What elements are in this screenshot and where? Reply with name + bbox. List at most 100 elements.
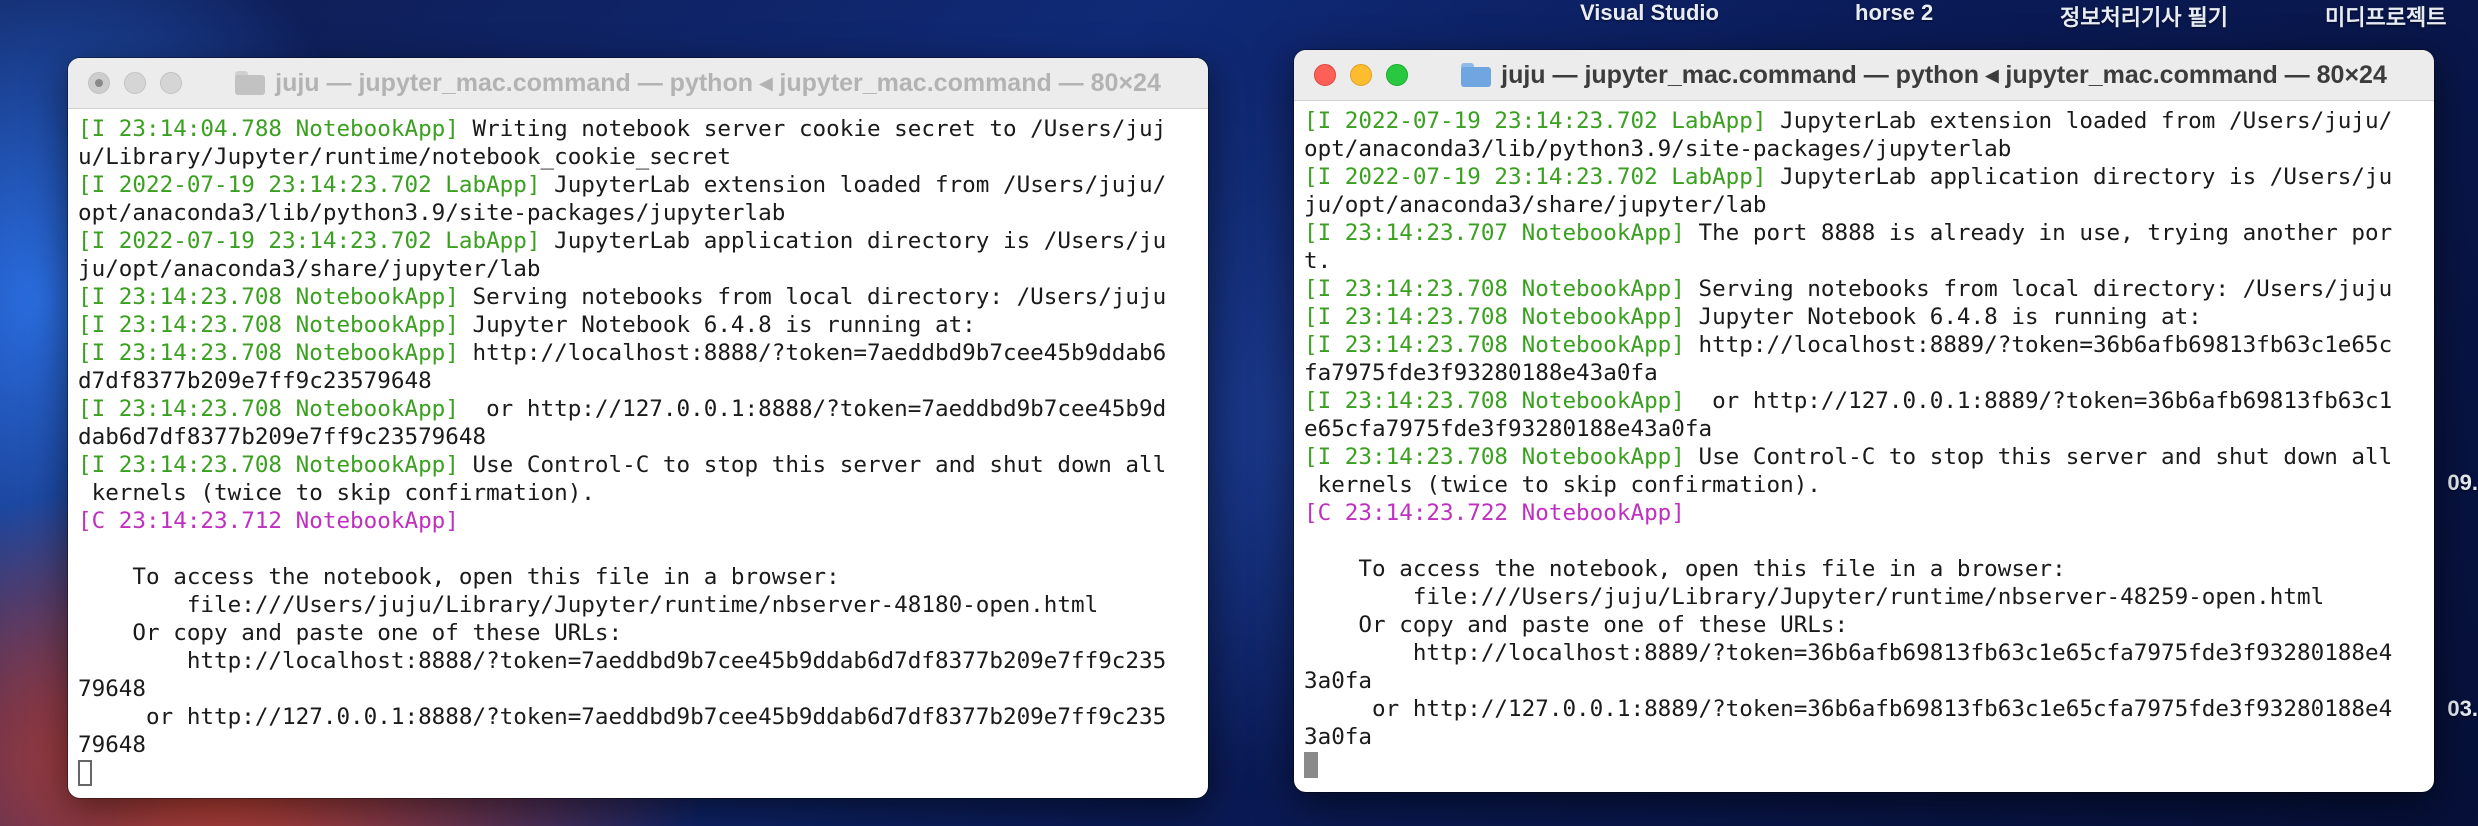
terminal-line: [I 23:14:04.788 NotebookApp] Writing not… xyxy=(78,115,1198,143)
log-text: file:///Users/juju/Library/Jupyter/runti… xyxy=(78,592,1099,618)
terminal-line: Or copy and paste one of these URLs: xyxy=(78,619,1198,647)
desktop-icon-label[interactable]: 미디프로젝트 xyxy=(2325,0,2446,32)
terminal-line: http://localhost:8888/?token=7aeddbd9b7c… xyxy=(78,647,1198,675)
log-text: JupyterLab extension loaded from /Users/… xyxy=(540,172,1167,198)
log-tag: [I 23:14:23.708 NotebookApp] xyxy=(1304,276,1685,302)
terminal-output[interactable]: [I 2022-07-19 23:14:23.702 LabApp] Jupyt… xyxy=(1294,101,2434,785)
terminal-line: [C 23:14:23.722 NotebookApp] xyxy=(1304,499,2424,527)
terminal-line: 79648 xyxy=(78,675,1198,703)
log-tag: [I 2022-07-19 23:14:23.702 LabApp] xyxy=(78,172,541,198)
log-tag: [I 23:14:04.788 NotebookApp] xyxy=(78,116,459,142)
log-text: Use Control-C to stop this server and sh… xyxy=(1684,444,2393,470)
terminal-line: [I 23:14:23.707 NotebookApp] The port 88… xyxy=(1304,219,2424,247)
terminal-line: [I 2022-07-19 23:14:23.702 LabApp] Jupyt… xyxy=(1304,107,2424,135)
terminal-line: kernels (twice to skip confirmation). xyxy=(78,479,1198,507)
folder-icon xyxy=(235,71,266,95)
log-text: Or copy and paste one of these URLs: xyxy=(78,620,623,646)
log-text: JupyterLab application directory is /Use… xyxy=(540,228,1167,254)
terminal-line: [I 23:14:23.708 NotebookApp] Use Control… xyxy=(1304,443,2424,471)
log-text: opt/anaconda3/lib/python3.9/site-package… xyxy=(1304,136,2012,162)
terminal-line: [I 2022-07-19 23:14:23.702 LabApp] Jupyt… xyxy=(78,171,1198,199)
desktop-icon-label[interactable]: Visual Studio xyxy=(1580,0,1719,26)
terminal-line: Or copy and paste one of these URLs: xyxy=(1304,611,2424,639)
text-cursor[interactable] xyxy=(1304,752,1318,778)
log-text: u/Library/Jupyter/runtime/notebook_cooki… xyxy=(78,144,731,170)
terminal-line: [I 23:14:23.708 NotebookApp] or http://1… xyxy=(78,395,1198,423)
log-text: ju/opt/anaconda3/share/jupyter/lab xyxy=(1304,192,1767,218)
terminal-line: [I 23:14:23.708 NotebookApp] Jupyter Not… xyxy=(1304,303,2424,331)
desktop-icon-label[interactable]: horse 2 xyxy=(1855,0,1933,26)
log-tag: [C 23:14:23.722 NotebookApp] xyxy=(1304,500,1685,526)
terminal-line: dab6d7df8377b209e7ff9c23579648 xyxy=(78,423,1198,451)
log-text: Jupyter Notebook 6.4.8 is running at: xyxy=(458,312,976,338)
log-text: http://localhost:8888/?token=7aeddbd9b7c… xyxy=(78,648,1167,674)
log-tag: [I 23:14:23.708 NotebookApp] xyxy=(1304,388,1685,414)
log-text: d7df8377b209e7ff9c23579648 xyxy=(78,368,432,394)
terminal-line: u/Library/Jupyter/runtime/notebook_cooki… xyxy=(78,143,1198,171)
text-cursor[interactable] xyxy=(78,760,92,786)
log-text: The port 8888 is already in use, trying … xyxy=(1684,220,2393,246)
terminal-line: To access the notebook, open this file i… xyxy=(78,563,1198,591)
log-text: or http://127.0.0.1:8889/?token=36b6afb6… xyxy=(1304,696,2393,722)
terminal-line: 3a0fa xyxy=(1304,723,2424,751)
terminal-line: e65cfa7975fde3f93280188e43a0fa xyxy=(1304,415,2424,443)
log-text: kernels (twice to skip confirmation). xyxy=(1304,472,1821,498)
log-text: fa7975fde3f93280188e43a0fa xyxy=(1304,360,1658,386)
terminal-line: [I 23:14:23.708 NotebookApp] Serving not… xyxy=(78,283,1198,311)
terminal-line: or http://127.0.0.1:8889/?token=36b6afb6… xyxy=(1304,695,2424,723)
log-text: Use Control-C to stop this server and sh… xyxy=(458,452,1167,478)
log-text: or http://127.0.0.1:8889/?token=36b6afb6… xyxy=(1684,388,2393,414)
window-title: juju — jupyter_mac.command — python ◂ ju… xyxy=(1294,60,2434,90)
terminal-line: [I 23:14:23.708 NotebookApp] Jupyter Not… xyxy=(78,311,1198,339)
log-text: kernels (twice to skip confirmation). xyxy=(78,480,595,506)
terminal-line: [I 23:14:23.708 NotebookApp] http://loca… xyxy=(1304,331,2424,359)
log-text: http://localhost:8889/?token=36b6afb6981… xyxy=(1304,640,2393,666)
log-text: 79648 xyxy=(78,676,147,702)
log-tag: [I 23:14:23.708 NotebookApp] xyxy=(1304,332,1685,358)
log-text: 3a0fa xyxy=(1304,724,1373,750)
terminal-line: file:///Users/juju/Library/Jupyter/runti… xyxy=(1304,583,2424,611)
terminal-line: ju/opt/anaconda3/share/jupyter/lab xyxy=(78,255,1198,283)
log-text: Serving notebooks from local directory: … xyxy=(458,284,1167,310)
terminal-window-left[interactable]: juju — jupyter_mac.command — python ◂ ju… xyxy=(68,58,1208,798)
terminal-line: [I 23:14:23.708 NotebookApp] or http://1… xyxy=(1304,387,2424,415)
title-bar[interactable]: juju — jupyter_mac.command — python ◂ ju… xyxy=(1294,50,2434,101)
terminal-line: 3a0fa xyxy=(1304,667,2424,695)
log-text: Jupyter Notebook 6.4.8 is running at: xyxy=(1684,304,2202,330)
terminal-line: 79648 xyxy=(78,731,1198,759)
terminal-window-right[interactable]: juju — jupyter_mac.command — python ◂ ju… xyxy=(1294,50,2434,792)
window-title-text: juju — jupyter_mac.command — python ◂ ju… xyxy=(275,69,1161,97)
log-tag: [I 23:14:23.708 NotebookApp] xyxy=(78,452,459,478)
terminal-line: t. xyxy=(1304,247,2424,275)
terminal-line: [I 23:14:23.708 NotebookApp] http://loca… xyxy=(78,339,1198,367)
window-title-text: juju — jupyter_mac.command — python ◂ ju… xyxy=(1501,61,2387,89)
log-tag: [I 2022-07-19 23:14:23.702 LabApp] xyxy=(1304,164,1767,190)
terminal-line: [I 23:14:23.708 NotebookApp] Use Control… xyxy=(78,451,1198,479)
log-text: JupyterLab application directory is /Use… xyxy=(1766,164,2393,190)
log-text: To access the notebook, open this file i… xyxy=(1304,556,2066,582)
terminal-line: opt/anaconda3/lib/python3.9/site-package… xyxy=(1304,135,2424,163)
background-window-text: 09. xyxy=(2447,470,2478,495)
title-bar[interactable]: juju — jupyter_mac.command — python ◂ ju… xyxy=(68,58,1208,109)
log-tag: [I 23:14:23.708 NotebookApp] xyxy=(78,396,459,422)
log-text: http://localhost:8889/?token=36b6afb6981… xyxy=(1684,332,2393,358)
terminal-line: fa7975fde3f93280188e43a0fa xyxy=(1304,359,2424,387)
log-tag: [I 23:14:23.707 NotebookApp] xyxy=(1304,220,1685,246)
terminal-line: opt/anaconda3/lib/python3.9/site-package… xyxy=(78,199,1198,227)
terminal-line: or http://127.0.0.1:8888/?token=7aeddbd9… xyxy=(78,703,1198,731)
log-tag: [I 23:14:23.708 NotebookApp] xyxy=(1304,304,1685,330)
log-text: file:///Users/juju/Library/Jupyter/runti… xyxy=(1304,584,2325,610)
terminal-line: file:///Users/juju/Library/Jupyter/runti… xyxy=(78,591,1198,619)
log-tag: [I 23:14:23.708 NotebookApp] xyxy=(78,312,459,338)
log-text: To access the notebook, open this file i… xyxy=(78,564,840,590)
log-tag: [I 23:14:23.708 NotebookApp] xyxy=(78,284,459,310)
log-text: 3a0fa xyxy=(1304,668,1373,694)
terminal-line: To access the notebook, open this file i… xyxy=(1304,555,2424,583)
terminal-output[interactable]: [I 23:14:04.788 NotebookApp] Writing not… xyxy=(68,109,1208,793)
log-text: or http://127.0.0.1:8888/?token=7aeddbd9… xyxy=(78,704,1167,730)
log-text: e65cfa7975fde3f93280188e43a0fa xyxy=(1304,416,1713,442)
log-text: t. xyxy=(1304,248,1332,274)
desktop-icon-label[interactable]: 정보처리기사 필기 xyxy=(2060,0,2228,32)
